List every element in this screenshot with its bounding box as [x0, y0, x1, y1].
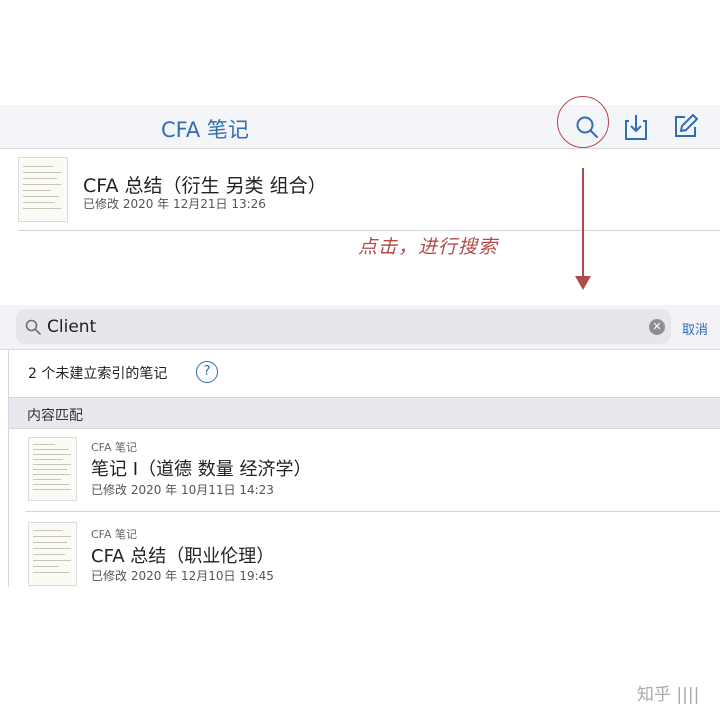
search-icon: [25, 319, 41, 335]
note-title: CFA 总结（衍生 另类 组合）: [83, 175, 327, 197]
handwritten-annotation: 点击，进行搜索: [358, 236, 499, 258]
unindexed-notes-text: 2 个未建立索引的笔记: [28, 366, 168, 382]
notebook-label: CFA 笔记: [91, 441, 138, 454]
note-title: 笔记 I（道德 数量 经济学）: [91, 459, 312, 480]
note-modified-date: 已修改 2020 年 12月10日 19:45: [91, 569, 274, 583]
annotation-arrowhead: [575, 276, 591, 290]
section-header: 内容匹配: [9, 397, 720, 429]
clear-icon[interactable]: ✕: [649, 319, 665, 335]
divider: [18, 230, 720, 231]
note-modified-date: 已修改 2020 年 10月11日 14:23: [91, 483, 274, 497]
watermark: 知乎 ||||: [637, 685, 700, 705]
help-icon[interactable]: ?: [196, 361, 218, 383]
notebook-label: CFA 笔记: [91, 528, 138, 541]
list-item[interactable]: CFA 总结（衍生 另类 组合） 已修改 2020 年 12月21日 13:26: [0, 149, 720, 231]
note-thumbnail: [28, 437, 77, 501]
annotation-arrow: [582, 168, 584, 278]
compose-icon[interactable]: [673, 113, 699, 139]
note-thumbnail: [28, 522, 77, 586]
note-thumbnail: [18, 157, 68, 222]
search-bar: Client ✕ 取消: [0, 305, 720, 350]
list-item[interactable]: CFA 笔记 CFA 总结（职业伦理） 已修改 2020 年 12月10日 19…: [25, 511, 720, 592]
list-item[interactable]: CFA 笔记 笔记 I（道德 数量 经济学） 已修改 2020 年 10月11日…: [9, 431, 720, 511]
section-label: 内容匹配: [27, 408, 83, 424]
download-icon[interactable]: [624, 113, 648, 141]
search-query[interactable]: Client: [47, 317, 96, 337]
search-screen: Client ✕ 取消 2 个未建立索引的笔记 ? 内容匹配 CFA 笔记 笔记…: [0, 305, 720, 587]
search-input[interactable]: Client ✕: [16, 309, 671, 344]
top-navigation-bar: CFA 笔记: [0, 105, 720, 149]
note-title: CFA 总结（职业伦理）: [91, 546, 275, 567]
note-modified-date: 已修改 2020 年 12月21日 13:26: [83, 197, 266, 211]
search-highlight-circle: [557, 96, 609, 148]
notebook-title: CFA 笔记: [161, 118, 249, 142]
cancel-button[interactable]: 取消: [682, 319, 708, 338]
